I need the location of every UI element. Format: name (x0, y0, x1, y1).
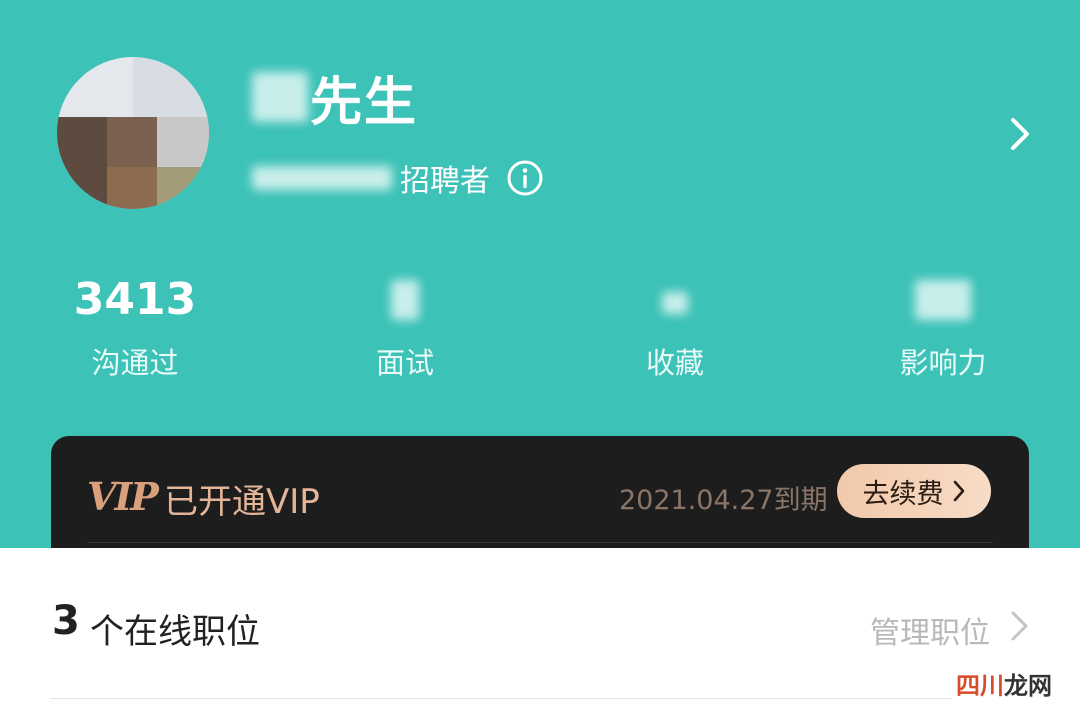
watermark: 四川龙网 (952, 666, 1056, 701)
avatar-pixel (157, 117, 209, 167)
divider (50, 698, 1030, 699)
chevron-right-icon[interactable] (1000, 114, 1040, 154)
stat-value: 3413 (73, 274, 197, 325)
company-blur (252, 166, 392, 190)
vip-badge-icon: VIP (87, 474, 159, 519)
user-name[interactable]: 先生 (252, 62, 419, 133)
stat-label: 收藏 (645, 346, 704, 380)
profile-subtitle: 招聘者 (252, 152, 544, 204)
stat-value-blur (915, 280, 971, 320)
stat-interview[interactable]: 面试 (305, 272, 505, 382)
watermark-part2: 龙网 (1004, 672, 1052, 700)
stat-value (305, 272, 505, 328)
stat-favorites[interactable]: 收藏 (575, 272, 775, 382)
vip-expire-date: 2021.04.27到期 (619, 485, 828, 516)
stat-label: 面试 (375, 346, 434, 380)
avatar[interactable] (57, 57, 209, 209)
stat-value-blur (391, 280, 419, 320)
jobs-section: 3 个在线职位 管理职位 四川龙网 (0, 548, 1080, 712)
avatar-pixel (57, 57, 133, 117)
chevron-right-icon (953, 480, 964, 502)
stat-value-blur (662, 292, 688, 314)
avatar-pixel (157, 167, 209, 209)
chevron-right-icon[interactable] (1008, 608, 1032, 644)
manage-jobs-link[interactable]: 管理职位 (870, 608, 990, 652)
info-icon[interactable] (506, 159, 544, 197)
stat-value (575, 272, 775, 328)
name-blur (252, 72, 308, 122)
online-jobs-count: 3 (52, 598, 80, 644)
watermark-part1: 四川 (956, 672, 1004, 700)
avatar-pixel (57, 117, 107, 209)
avatar-pixel (107, 117, 157, 167)
vip-status: 已开通VIP (164, 482, 320, 522)
stat-influence[interactable]: 影响力 (843, 272, 1043, 382)
stat-label: 沟通过 (91, 346, 179, 380)
divider (87, 542, 993, 543)
avatar-pixel (107, 167, 157, 209)
stat-value (843, 272, 1043, 328)
name-suffix: 先生 (310, 72, 419, 133)
role-label: 招聘者 (400, 164, 490, 199)
renew-label: 去续费 (862, 478, 944, 510)
stat-label: 影响力 (899, 346, 987, 380)
renew-button[interactable]: 去续费 (837, 464, 991, 518)
avatar-pixel (133, 57, 209, 117)
online-jobs-label: 个在线职位 (90, 612, 260, 652)
stat-communicated[interactable]: 3413 沟通过 (35, 272, 235, 382)
